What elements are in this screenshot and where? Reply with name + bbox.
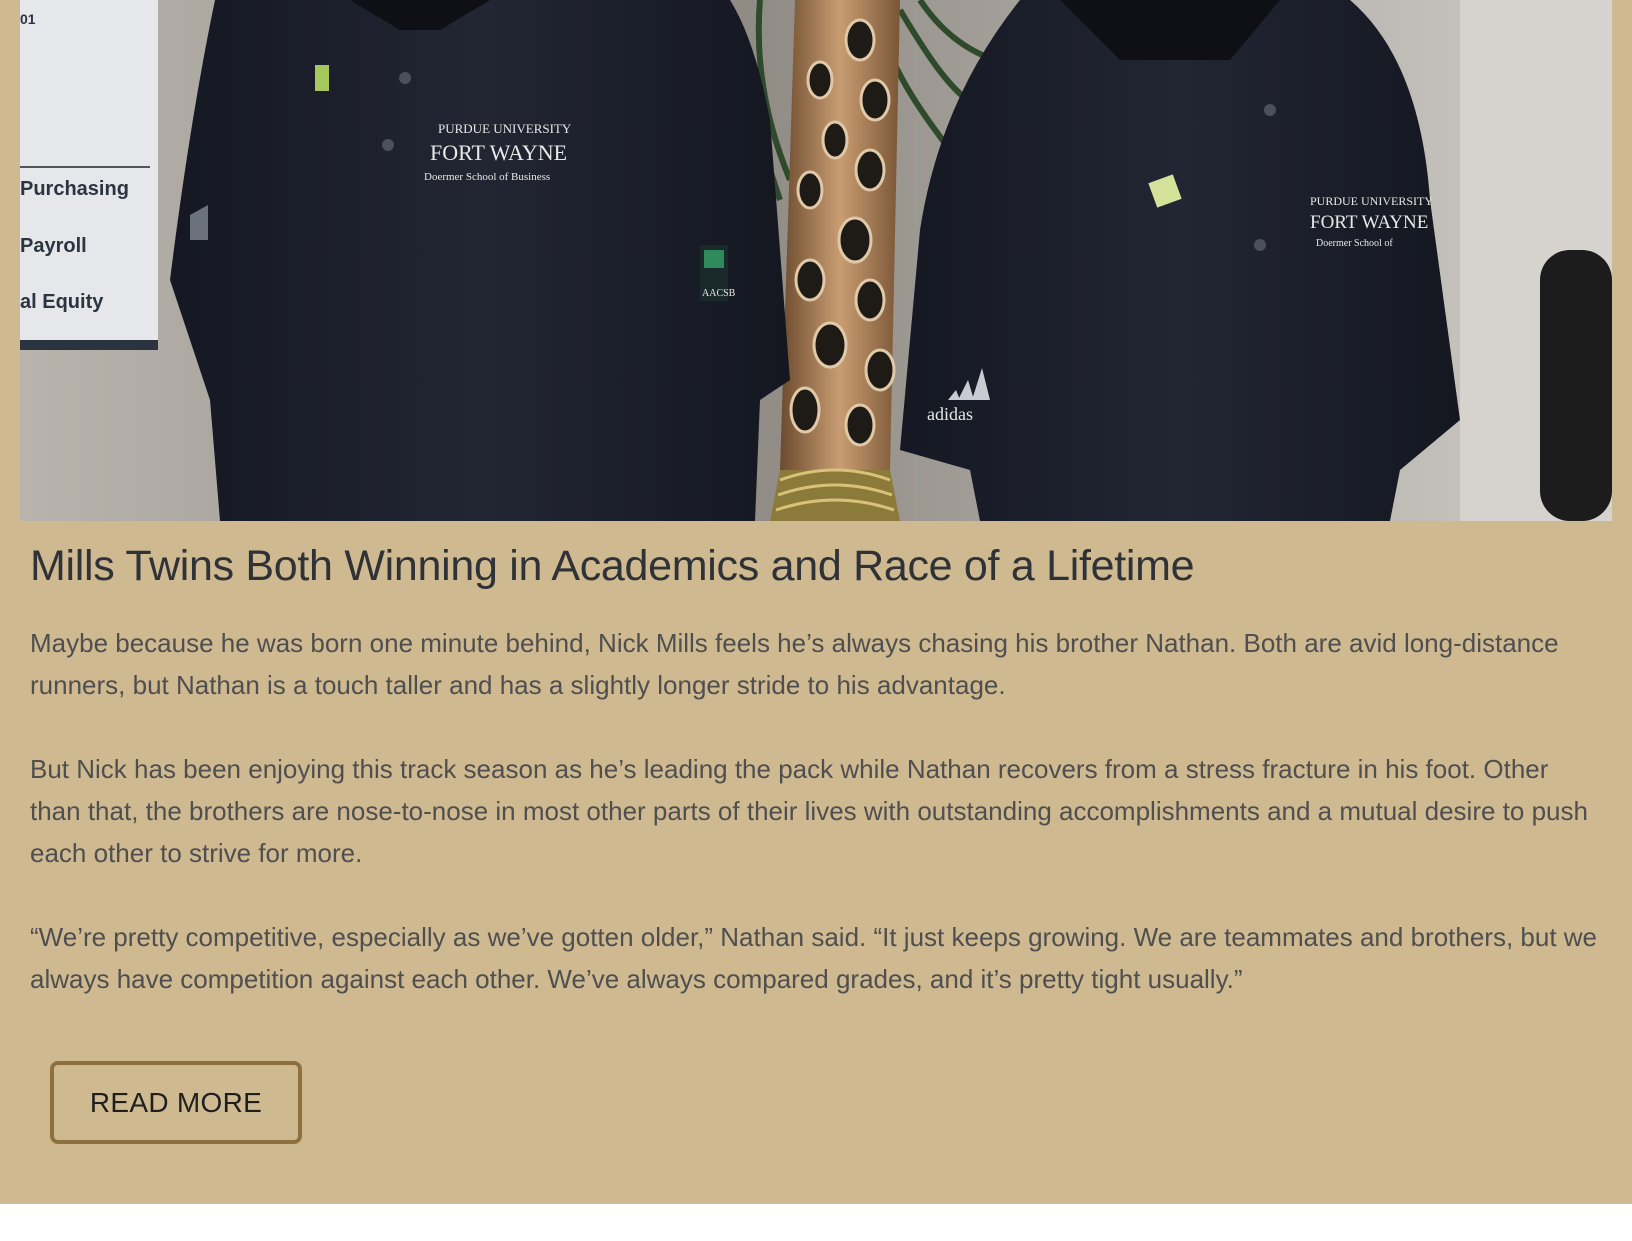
article-paragraph-2: But Nick has been enjoying this track se… bbox=[30, 754, 1588, 868]
sign-line-2: Purchasing bbox=[20, 178, 129, 200]
article-title: Mills Twins Both Winning in Academics an… bbox=[30, 542, 1195, 590]
sign-line-1: 01 bbox=[20, 11, 36, 27]
sign-line-4: al Equity bbox=[20, 291, 104, 313]
right-shirt-logo-line2: FORT WAYNE bbox=[1310, 212, 1428, 233]
read-more-button[interactable]: READ MORE bbox=[50, 1061, 302, 1144]
wall-sign: 01 Purchasing Payroll al Equity bbox=[20, 0, 158, 350]
right-shirt: PURDUE UNIVERSITY FORT WAYNE Doermer Sch… bbox=[900, 0, 1460, 521]
pin-icon bbox=[315, 65, 329, 91]
right-sleeve-brand: adidas bbox=[927, 404, 973, 424]
left-shirt-logo-line3: Doermer School of Business bbox=[424, 171, 550, 183]
right-shirt-logo-line1: PURDUE UNIVERSITY bbox=[1310, 194, 1433, 208]
article-card: 01 Purchasing Payroll al Equity PURDUE U… bbox=[0, 0, 1632, 1204]
right-shirt-logo-line3: Doermer School of bbox=[1316, 238, 1393, 249]
left-sleeve-badge: AACSB bbox=[702, 288, 736, 299]
article-paragraph-3: “We’re pretty competitive, especially as… bbox=[30, 922, 1598, 994]
article-paragraph-1: Maybe because he was born one minute beh… bbox=[30, 628, 1559, 700]
left-shirt-logo-line1: PURDUE UNIVERSITY bbox=[438, 121, 572, 136]
left-shirt-logo-line2: FORT WAYNE bbox=[430, 140, 567, 165]
article-body: Maybe because he was born one minute beh… bbox=[30, 622, 1600, 1042]
left-shirt: PURDUE UNIVERSITY FORT WAYNE Doermer Sch… bbox=[170, 0, 790, 521]
article-photo: 01 Purchasing Payroll al Equity PURDUE U… bbox=[20, 0, 1612, 521]
sign-line-3: Payroll bbox=[20, 235, 87, 257]
